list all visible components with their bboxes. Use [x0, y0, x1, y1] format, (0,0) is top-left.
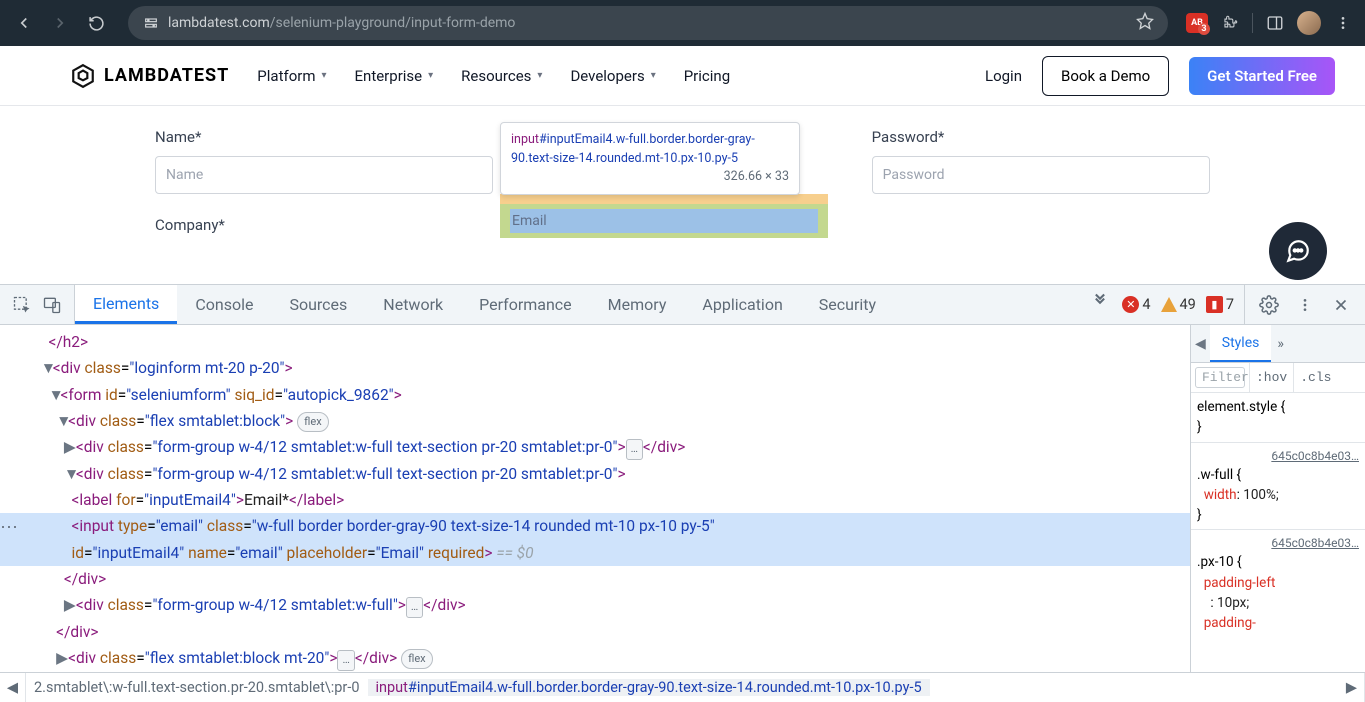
company-label: Company* — [155, 216, 493, 234]
hov-toggle[interactable]: :hov — [1249, 363, 1293, 392]
extension-badge: 3 — [1198, 23, 1210, 35]
styles-scroll-left-icon[interactable]: ◀ — [1191, 336, 1210, 352]
devtools-close-icon[interactable] — [1329, 293, 1353, 317]
inspect-highlight: Email — [500, 194, 828, 238]
inspect-tooltip: input#inputEmail4.w-full.border.border-g… — [500, 122, 800, 195]
devtools-menu-icon[interactable] — [1293, 293, 1317, 317]
book-demo-button[interactable]: Book a Demo — [1042, 56, 1169, 96]
brand-text: LAMBDATEST — [104, 65, 229, 86]
selected-line-marker: ⋯ — [0, 513, 16, 544]
login-link[interactable]: Login — [985, 67, 1022, 85]
error-counts[interactable]: ✕4 49 ▮7 — [1112, 285, 1244, 324]
star-icon[interactable] — [1136, 12, 1154, 34]
chrome-menu-icon[interactable] — [1331, 11, 1355, 35]
email-input-highlighted[interactable]: Email — [510, 209, 818, 233]
dom-tree[interactable]: ⋯ </h2> ▼<div class="loginform mt-20 p-2… — [0, 325, 1190, 672]
url-text: lambdatest.com/selenium-playground/input… — [168, 15, 1136, 31]
css-rules[interactable]: element.style { } 645c0c8b4e03… .w-full … — [1191, 393, 1365, 637]
breadcrumb-current[interactable]: input#inputEmail4.w-full.border.border-g… — [368, 679, 930, 696]
styles-filter-input[interactable]: Filter — [1195, 367, 1245, 388]
styles-more-icon[interactable]: » — [1271, 336, 1290, 352]
password-input[interactable] — [872, 156, 1210, 194]
styles-panel: ◀ Styles » Filter :hov .cls element.styl… — [1190, 325, 1365, 672]
styles-tab[interactable]: Styles — [1210, 325, 1272, 362]
dom-breadcrumb[interactable]: ◀ 2.smtablet\:w-full.text-section.pr-20.… — [0, 672, 1365, 702]
tab-elements[interactable]: Elements — [75, 285, 177, 324]
tab-performance[interactable]: Performance — [461, 285, 590, 324]
nav-enterprise[interactable]: Enterprise▾ — [355, 67, 434, 85]
tab-network[interactable]: Network — [365, 285, 461, 324]
name-input[interactable] — [155, 156, 493, 194]
reload-button[interactable] — [82, 9, 110, 37]
extensions-icon[interactable] — [1218, 11, 1242, 35]
site-settings-icon[interactable] — [142, 14, 160, 32]
tab-application[interactable]: Application — [684, 285, 800, 324]
extension-abp-icon[interactable]: AB 3 — [1186, 13, 1208, 33]
inspect-icon[interactable] — [10, 293, 34, 317]
browser-toolbar: lambdatest.com/selenium-playground/input… — [0, 0, 1365, 46]
tab-sources[interactable]: Sources — [271, 285, 365, 324]
logo[interactable]: LAMBDATEST — [70, 63, 229, 89]
page-content: input#inputEmail4.w-full.border.border-g… — [0, 128, 1365, 284]
name-label: Name* — [155, 128, 493, 146]
tab-memory[interactable]: Memory — [590, 285, 685, 324]
breadcrumb-parent[interactable]: 2.smtablet\:w-full.text-section.pr-20.sm… — [26, 679, 368, 696]
divider — [1252, 13, 1253, 33]
cls-toggle[interactable]: .cls — [1293, 363, 1337, 392]
more-tabs-icon[interactable] — [1088, 285, 1112, 309]
nav-developers[interactable]: Developers▾ — [570, 67, 655, 85]
profile-avatar[interactable] — [1297, 11, 1321, 35]
breadcrumb-prev-icon[interactable]: ◀ — [0, 673, 26, 702]
nav-links: Platform▾ Enterprise▾ Resources▾ Develop… — [257, 67, 730, 85]
chat-bubble-icon[interactable] — [1269, 222, 1327, 280]
site-header: LAMBDATEST Platform▾ Enterprise▾ Resourc… — [0, 46, 1365, 106]
back-button[interactable] — [10, 9, 38, 37]
devtools-tabs: Elements Console Sources Network Perform… — [0, 285, 1365, 325]
breadcrumb-next-icon[interactable]: ▶ — [1339, 673, 1365, 702]
nav-resources[interactable]: Resources▾ — [461, 67, 542, 85]
get-started-button[interactable]: Get Started Free — [1189, 57, 1335, 95]
nav-platform[interactable]: Platform▾ — [257, 67, 326, 85]
tab-console[interactable]: Console — [177, 285, 271, 324]
tab-security[interactable]: Security — [801, 285, 894, 324]
password-label: Password* — [872, 128, 1210, 146]
device-toggle-icon[interactable] — [40, 293, 64, 317]
nav-pricing[interactable]: Pricing — [684, 67, 730, 85]
address-bar[interactable]: lambdatest.com/selenium-playground/input… — [128, 6, 1168, 40]
panel-icon[interactable] — [1263, 11, 1287, 35]
forward-button[interactable] — [46, 9, 74, 37]
devtools: Elements Console Sources Network Perform… — [0, 284, 1365, 702]
settings-icon[interactable] — [1257, 293, 1281, 317]
